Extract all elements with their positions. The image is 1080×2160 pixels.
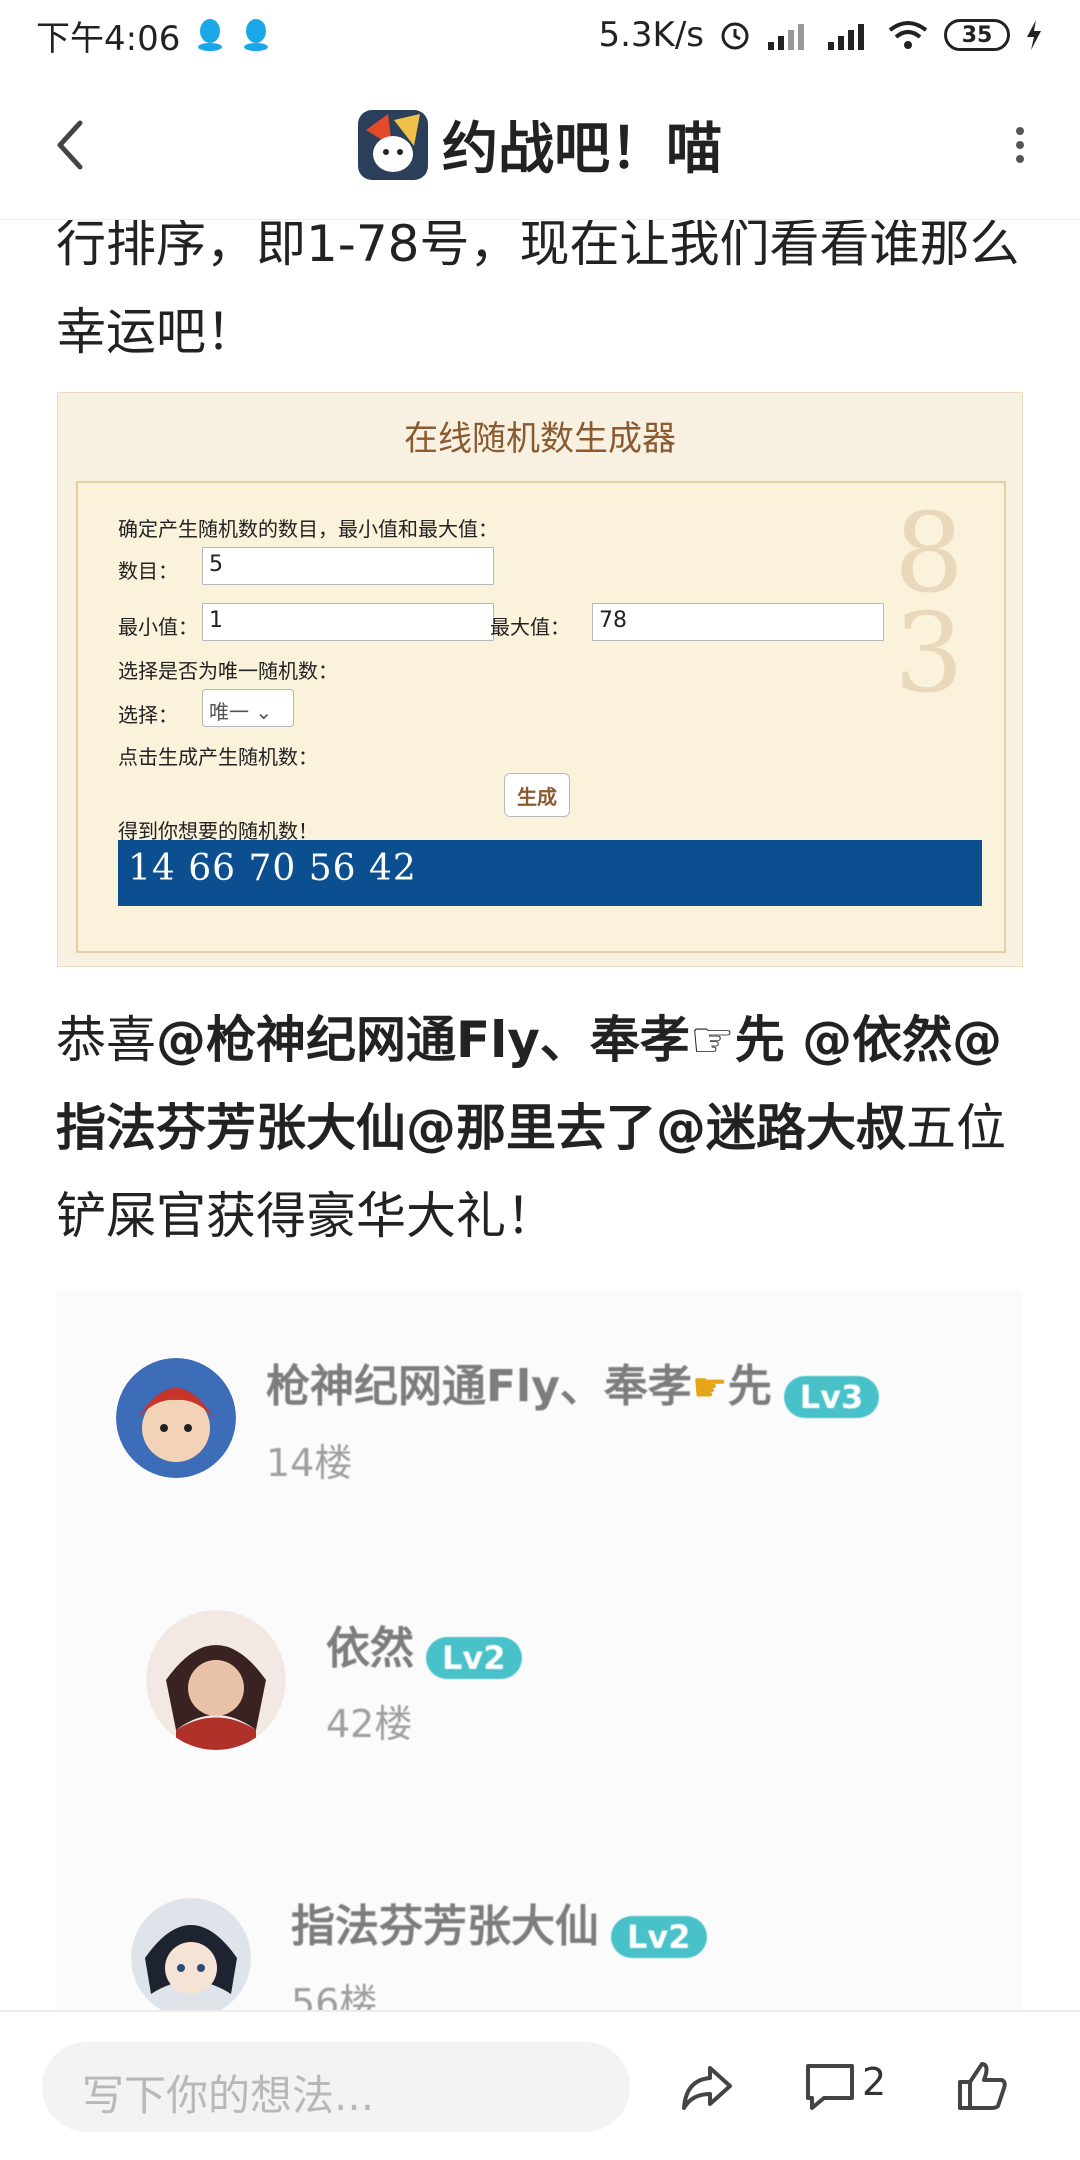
- winner-floor: 42楼: [326, 1702, 413, 1747]
- unique-prompt: 选择是否为唯一随机数：: [118, 659, 338, 683]
- level-badge: Lv2: [611, 1915, 707, 1958]
- generator-title: 在线随机数生成器: [404, 419, 676, 459]
- winner-name: 枪神纪网通Fly、奉孝: [266, 1361, 692, 1412]
- comment-input[interactable]: 写下你的想法...: [42, 2042, 630, 2132]
- like-button[interactable]: [952, 2056, 1012, 2116]
- post-paragraph-1: 行排序，即1-78号，现在让我们看看谁那么幸运吧！: [56, 220, 1020, 361]
- post-content: 行排序，即1-78号，现在让我们看看谁那么幸运吧！ 在线随机数生成器 83 确定…: [0, 220, 1080, 2010]
- decorative-numbers: 83: [894, 489, 964, 717]
- max-label: 最大值：: [490, 615, 570, 639]
- chevron-down-icon: ⌄: [255, 700, 273, 724]
- bottom-action-bar: 写下你的想法... 2: [0, 2010, 1080, 2160]
- forum-logo-image: [358, 109, 428, 180]
- header-title-group: 约战吧！喵: [358, 104, 722, 185]
- winner-info: 依然 Lv2 42楼: [326, 1612, 522, 1749]
- generator-panel: 83 确定产生随机数的数目，最小值和最大值： 数目： 5 最小值： 1 最大值：…: [76, 481, 1006, 953]
- winner-info: 指法芬芳张大仙 Lv2 56楼: [291, 1890, 707, 2010]
- qq-notification-icon: [198, 19, 223, 51]
- comment-button[interactable]: [800, 2056, 860, 2116]
- max-field: 78: [592, 603, 884, 641]
- more-options-button[interactable]: [990, 115, 1050, 175]
- unique-select-value: 唯一: [209, 700, 249, 724]
- wifi-icon: [888, 21, 928, 49]
- thumbs-up-icon: [958, 2062, 1007, 2110]
- forum-logo: [358, 109, 428, 180]
- generator-prompt: 确定产生随机数的数目，最小值和最大值：: [118, 517, 498, 541]
- unique-select: 唯一 ⌄: [202, 689, 294, 727]
- min-label: 最小值：: [118, 615, 198, 639]
- more-vertical-icon: [1016, 127, 1024, 163]
- click-prompt: 点击生成产生随机数：: [118, 745, 318, 769]
- post-paragraph-2: 恭喜@枪神纪网通Fly、奉孝☞先 @依然@指法芬芳张大仙@那里去了@迷路大叔五位…: [56, 996, 1026, 1260]
- winner-name-row: 指法芬芳张大仙 Lv2: [291, 1890, 707, 1958]
- alarm-icon: [721, 22, 749, 50]
- winner-name-row: 枪神纪网通Fly、奉孝☛先 Lv3: [266, 1350, 880, 1418]
- status-right: 5.3K/s 35: [598, 15, 1044, 55]
- choose-label: 选择：: [118, 703, 178, 727]
- chevron-left-icon: [57, 120, 83, 170]
- share-icon: [682, 2066, 732, 2110]
- winner-name-suffix: 先: [727, 1361, 772, 1412]
- random-result: 14 66 70 56 42: [118, 840, 982, 906]
- comment-icon: [806, 2064, 854, 2110]
- winner-name: 指法芬芳张大仙: [291, 1901, 599, 1952]
- qq-notification-icon-2: [244, 19, 269, 51]
- congrats-prefix: 恭喜: [56, 1011, 156, 1069]
- winner-info: 枪神纪网通Fly、奉孝☛先 Lv3 14楼: [266, 1350, 880, 1487]
- avatar: [131, 1898, 251, 2010]
- winner-floor: 14楼: [266, 1440, 353, 1485]
- winner-name-row: 依然 Lv2: [326, 1612, 522, 1680]
- generate-button: 生成: [504, 773, 570, 817]
- winner-card: 依然 Lv2 42楼: [146, 1610, 522, 1750]
- winner-mentions[interactable]: @枪神纪网通Fly、奉孝☞先 @依然@指法芬芳张大仙@那里去了@迷路大叔: [56, 1011, 1002, 1157]
- app-header: 约战吧！喵: [0, 70, 1080, 220]
- level-badge: Lv3: [783, 1375, 880, 1418]
- winner-card: 枪神纪网通Fly、奉孝☛先 Lv3 14楼: [116, 1350, 880, 1487]
- pointing-hand-icon: ☛: [691, 1365, 728, 1411]
- signal-icon: [768, 24, 804, 50]
- winner-card: 指法芬芳张大仙 Lv2 56楼: [131, 1890, 707, 2010]
- count-label: 数目：: [118, 559, 178, 583]
- comment-count: 2: [862, 2060, 887, 2104]
- net-speed: 5.3K/s: [598, 15, 704, 55]
- battery-level: 35: [961, 22, 993, 48]
- back-button[interactable]: [40, 115, 100, 175]
- charging-icon: [1027, 20, 1041, 50]
- status-bar: 下午4:06 5.3K/s 35: [0, 0, 1080, 70]
- winner-name: 依然: [326, 1622, 414, 1674]
- level-badge: Lv2: [426, 1637, 522, 1680]
- winner-floor: 56楼: [291, 1980, 378, 2011]
- generator-screenshot: 在线随机数生成器 83 确定产生随机数的数目，最小值和最大值： 数目： 5 最小…: [57, 392, 1023, 967]
- avatar: [116, 1358, 236, 1479]
- winners-screenshot: 枪神纪网通Fly、奉孝☛先 Lv3 14楼 依然 Lv2 42楼 指法芬芳张大仙…: [56, 1290, 1022, 2010]
- page-title: 约战吧！喵: [442, 117, 722, 182]
- avatar: [146, 1610, 286, 1750]
- count-field: 5: [202, 547, 494, 585]
- status-time: 下午4:06: [36, 18, 181, 59]
- share-button[interactable]: [676, 2056, 736, 2116]
- battery-indicator: 35: [944, 19, 1010, 51]
- signal-hd-icon: [828, 24, 864, 50]
- status-left: 下午4:06: [36, 11, 272, 60]
- min-field: 1: [202, 603, 494, 641]
